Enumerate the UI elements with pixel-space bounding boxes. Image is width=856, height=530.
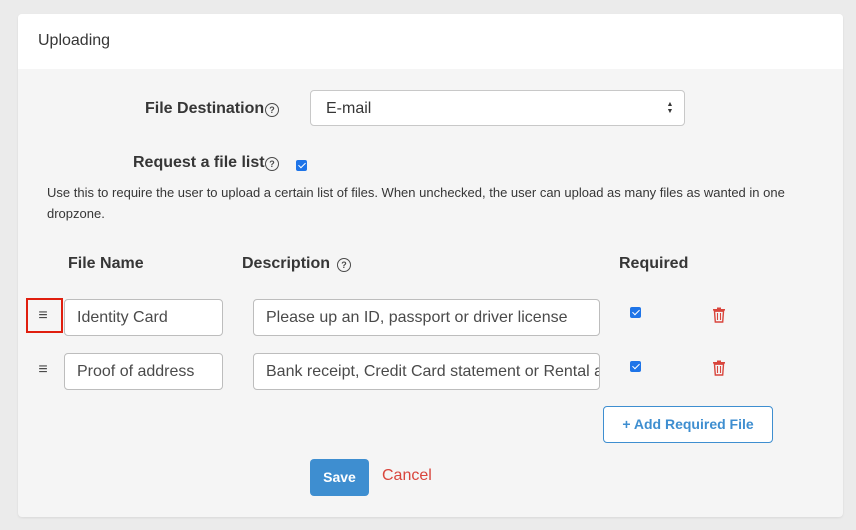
description-input[interactable]: Please up an ID, passport or driver lice… — [253, 299, 600, 336]
question-circle-icon[interactable]: ? — [337, 258, 351, 272]
column-header-required: Required — [619, 255, 689, 272]
panel-header: Uploading — [18, 14, 843, 69]
question-circle-icon[interactable]: ? — [265, 157, 279, 171]
drag-handle-highlight — [26, 298, 63, 333]
file-destination-select[interactable]: E-mail ▲ ▼ — [310, 90, 685, 126]
question-circle-icon[interactable]: ? — [265, 103, 279, 117]
request-file-list-checkbox[interactable] — [296, 160, 307, 171]
column-header-file-name: File Name — [68, 255, 144, 272]
cancel-link[interactable]: Cancel — [382, 467, 432, 485]
column-header-description: Description — [242, 255, 331, 272]
file-name-input[interactable]: Identity Card — [64, 299, 223, 336]
trash-icon[interactable] — [712, 307, 726, 323]
request-file-list-label: Request a file list — [133, 154, 265, 171]
save-button[interactable]: Save — [310, 459, 369, 496]
file-destination-label: File Destination — [145, 100, 265, 117]
drag-handle-icon[interactable]: ≡ — [36, 361, 50, 379]
required-checkbox[interactable] — [630, 361, 641, 372]
file-name-input[interactable]: Proof of address — [64, 353, 223, 390]
trash-icon[interactable] — [712, 360, 726, 376]
required-checkbox[interactable] — [630, 307, 641, 318]
file-destination-value: E-mail — [326, 100, 372, 117]
select-arrows-icon: ▲ ▼ — [666, 101, 674, 115]
file-list-description: Use this to require the user to upload a… — [47, 185, 785, 221]
description-input[interactable]: Bank receipt, Credit Card statement or R… — [253, 353, 600, 390]
panel-title: Uploading — [38, 32, 111, 49]
add-required-file-button[interactable]: + Add Required File — [603, 406, 773, 443]
